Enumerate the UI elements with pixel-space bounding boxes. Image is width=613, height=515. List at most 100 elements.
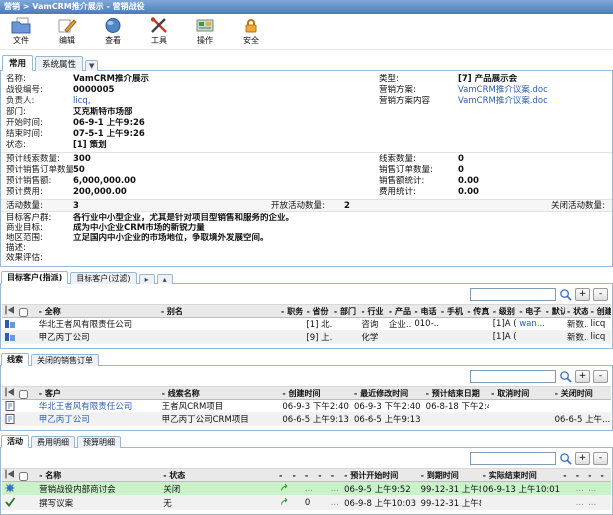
column-header[interactable]: - 省份	[304, 305, 331, 318]
view-button[interactable]: 查看	[98, 17, 128, 48]
table-row[interactable]: 营销战役内部商讨会关闭......06-9-5 上午9:5299-12-31 上…	[2, 482, 611, 496]
search-input[interactable]	[470, 452, 556, 465]
activities-tabs: 活动费用明细预算明细	[0, 434, 613, 448]
target-customers-tab-4[interactable]: ▴	[157, 274, 173, 284]
search-input[interactable]	[470, 288, 556, 301]
search-input[interactable]	[470, 370, 556, 383]
column-header[interactable]: - 实际结束时间	[481, 469, 562, 482]
target-customers-tab-2[interactable]: 目标客户(过滤)	[70, 272, 136, 284]
magnifier-icon[interactable]	[559, 288, 572, 301]
select-all-checkbox[interactable]	[19, 472, 28, 481]
cell	[332, 331, 359, 344]
actions-icon	[195, 17, 215, 34]
column-header[interactable]: -	[574, 469, 586, 482]
remove-button[interactable]: -	[593, 452, 608, 465]
column-header[interactable]: -	[303, 469, 316, 482]
column-header[interactable]: -	[290, 469, 302, 482]
field-value-link[interactable]: licq,	[73, 96, 379, 107]
add-button[interactable]: +	[575, 288, 590, 301]
field-value-link[interactable]: VamCRM推介议案.doc	[458, 96, 612, 107]
cell	[279, 331, 304, 344]
target-customers-tab-1[interactable]: 目标客户(指派)	[1, 271, 68, 284]
main-tab-3[interactable]: ▼	[85, 60, 98, 71]
target-customers-tab-3[interactable]: ▸	[139, 274, 155, 284]
column-header[interactable]: - 预计开始时间	[342, 469, 419, 482]
activities-tab-1[interactable]: 活动	[1, 435, 29, 448]
security-button[interactable]: 安全	[236, 17, 266, 48]
cell	[159, 318, 279, 331]
activities-tab-3[interactable]: 预算明细	[77, 436, 121, 448]
column-header[interactable]: - 关闭时间	[553, 387, 611, 400]
column-header[interactable]: - 预计结束日期	[424, 387, 490, 400]
table-row[interactable]: 华北王者风有限责任公司[1] 北...咨询企业...010-...[1]A (.…	[2, 318, 611, 331]
column-header[interactable]: -	[277, 469, 290, 482]
column-header[interactable]: - 电话	[412, 305, 438, 318]
actions-button[interactable]: 操作	[190, 17, 220, 48]
lead-icon	[4, 401, 16, 411]
edit-button[interactable]: 编辑	[52, 17, 82, 48]
column-header[interactable]: - 职务	[279, 305, 304, 318]
select-all-checkbox[interactable]	[19, 390, 28, 399]
meeting-icon	[4, 483, 16, 493]
leads-tab-2[interactable]: 关闭的销售订单	[31, 354, 99, 366]
add-button[interactable]: +	[575, 370, 590, 383]
column-header[interactable]: - 别名	[159, 305, 279, 318]
column-header[interactable]: - 客户	[37, 387, 160, 400]
tools-button[interactable]: 工具	[144, 17, 174, 48]
column-header[interactable]: - 状态	[161, 469, 277, 482]
form-row: 预计线索数量:300线索数量:0	[1, 154, 612, 165]
company-icon	[4, 332, 16, 342]
field-value-link[interactable]: VamCRM推介议案.doc	[458, 85, 612, 96]
target-customers-search-row: +-	[2, 286, 611, 303]
column-header[interactable]: - 取消时间	[489, 387, 552, 400]
column-header[interactable]: - 行业	[359, 305, 386, 318]
column-header[interactable]: - 到期时间	[419, 469, 481, 482]
magnifier-icon[interactable]	[559, 370, 572, 383]
column-header[interactable]: - 最近修改时间	[352, 387, 424, 400]
main-tab-1[interactable]: 常用	[2, 55, 33, 71]
select-all-checkbox[interactable]	[19, 308, 28, 317]
cell-link[interactable]: wan...	[519, 319, 543, 329]
activities-tab-2[interactable]: 费用明细	[31, 436, 75, 448]
table-row[interactable]: 甲乙丙丁公司[9] 上...化学[1]A (...新数...licq	[2, 331, 611, 344]
activities-body: +-- 名称- 状态------ 预计开始时间- 到期时间- 实际结束时间---…	[0, 448, 613, 515]
column-header[interactable]: - 创建	[588, 305, 611, 318]
cell-link[interactable]: 甲乙丙丁公司	[39, 415, 90, 425]
row-icon-cell	[2, 413, 37, 426]
table-row[interactable]: 甲乙丙丁公司甲乙丙丁公司CRM项目06-6-5 上午9:1306-6-5 上午9…	[2, 413, 611, 426]
column-header[interactable]: - 手机	[439, 305, 465, 318]
column-header[interactable]: - 创建时间	[280, 387, 352, 400]
remove-button[interactable]: -	[593, 288, 608, 301]
column-header[interactable]: -	[561, 469, 573, 482]
activities-search-row: +-	[2, 450, 611, 467]
column-header[interactable]: - 传真	[465, 305, 490, 318]
leads-tab-1[interactable]: 线索	[1, 353, 29, 366]
magnifier-icon[interactable]	[559, 452, 572, 465]
cell-link[interactable]: 华北王者风有限责任公司	[39, 402, 133, 412]
main-tab-2[interactable]: 系统属性	[35, 56, 83, 71]
form-text-row: 地区范围:立足国内中小企业的市场地位，争取境外发展空间。	[1, 233, 612, 243]
table-row[interactable]: 华北王者风有限责任公司王者风CRM项目06-9-3 下午2:4006-9-3 下…	[2, 400, 611, 413]
remove-button[interactable]: -	[593, 370, 608, 383]
column-header[interactable]: - 级别	[491, 305, 517, 318]
table-row[interactable]: 撰写议案无0...06-9-8 上午10:0399-12-31 上午8:00..…	[2, 496, 611, 510]
column-header[interactable]: - 状态	[565, 305, 588, 318]
column-header[interactable]: -	[316, 469, 328, 482]
column-header[interactable]: - 线索名称	[160, 387, 281, 400]
field-label: 状态:	[1, 140, 73, 151]
column-header[interactable]: -	[586, 469, 598, 482]
column-header[interactable]: - 电子	[517, 305, 543, 318]
application-window: 营销 > VamCRM推介展示 - 营销战役 文件编辑查看工具操作安全 常用系统…	[0, 0, 613, 515]
form-text-row: 效果评估:	[1, 253, 612, 263]
cell: 0	[303, 496, 316, 510]
add-button[interactable]: +	[575, 452, 590, 465]
column-header[interactable]: -	[329, 469, 342, 482]
column-header[interactable]: - 部门	[332, 305, 359, 318]
main-tabs: 常用系统属性▼	[0, 55, 613, 71]
column-header[interactable]: - 名称	[37, 469, 161, 482]
file-button[interactable]: 文件	[6, 17, 36, 48]
column-header[interactable]: - 默认	[544, 305, 565, 318]
column-header[interactable]: -	[599, 469, 611, 482]
column-header[interactable]: - 全称	[37, 305, 159, 318]
column-header[interactable]: - 产品	[387, 305, 412, 318]
